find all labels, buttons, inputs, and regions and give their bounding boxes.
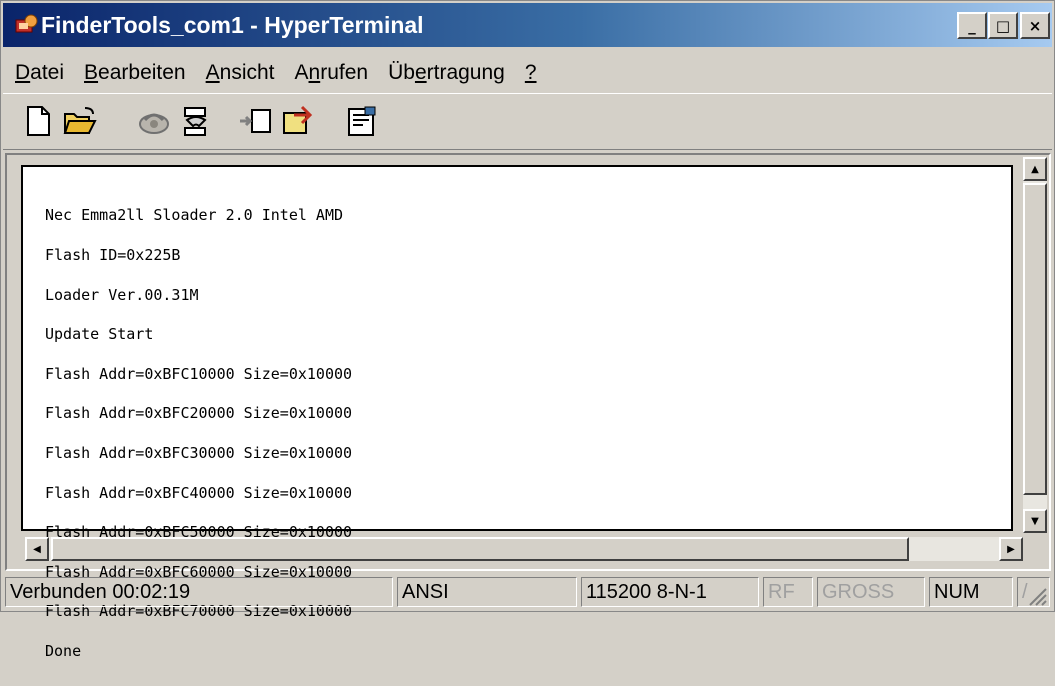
horizontal-scroll-thumb[interactable] xyxy=(51,537,909,561)
receive-icon xyxy=(283,105,313,134)
window-title: FinderTools_com1 - HyperTerminal xyxy=(41,12,424,38)
menu-anrufen[interactable]: Anrufen xyxy=(295,61,369,85)
status-num: NUM xyxy=(929,577,1013,607)
terminal-line: Flash Addr=0xBFC40000 Size=0x10000 xyxy=(45,483,353,502)
vertical-scroll-thumb[interactable] xyxy=(1023,183,1047,495)
minimize-button[interactable]: _ xyxy=(957,12,987,39)
arrow-right-icon: ▶ xyxy=(1007,543,1015,555)
terminal-line: Flash Addr=0xBFC10000 Size=0x10000 xyxy=(45,364,353,383)
status-bar: Verbunden 00:02:19 ANSI 115200 8-N-1 RF … xyxy=(3,575,1052,609)
send-icon xyxy=(240,109,271,133)
menu-help[interactable]: ? xyxy=(525,61,537,85)
scroll-down-button[interactable]: ▼ xyxy=(1023,509,1047,533)
toolbar xyxy=(3,93,1052,150)
scroll-left-button[interactable]: ◀ xyxy=(25,537,49,561)
terminal-screen[interactable]: Nec Emma2ll Sloader 2.0 Intel AMD Flash … xyxy=(21,165,1013,659)
terminal-line: Flash Addr=0xBFC20000 Size=0x10000 xyxy=(45,404,353,423)
properties-icon xyxy=(348,106,376,136)
new-icon xyxy=(27,106,50,136)
arrow-up-icon: ▲ xyxy=(1031,163,1039,175)
horizontal-scrollbar[interactable]: ◀ ▶ xyxy=(25,537,1023,561)
arrow-down-icon: ▼ xyxy=(1031,515,1039,527)
title-bar[interactable]: FinderTools_com1 - HyperTerminal _ □ × xyxy=(3,3,1052,47)
terminal-output: Nec Emma2ll Sloader 2.0 Intel AMD Flash … xyxy=(45,183,352,685)
open-button[interactable] xyxy=(59,100,101,142)
maximize-button[interactable]: □ xyxy=(988,12,1018,39)
maximize-icon: □ xyxy=(995,16,1011,35)
open-icon xyxy=(63,107,97,134)
connect-button[interactable] xyxy=(133,100,175,142)
terminal-frame: Nec Emma2ll Sloader 2.0 Intel AMD Flash … xyxy=(5,153,1051,659)
terminal-line: Update Start xyxy=(45,325,154,344)
scroll-right-button[interactable]: ▶ xyxy=(999,537,1023,561)
status-connection: Verbunden 00:02:19 xyxy=(5,577,393,607)
status-port-settings: 115200 8-N-1 xyxy=(581,577,759,607)
disconnect-button[interactable] xyxy=(175,100,217,142)
terminal-line: Loader Ver.00.31M xyxy=(45,285,199,304)
status-gross: GROSS xyxy=(817,577,925,607)
menu-bearbeiten[interactable]: Bearbeiten xyxy=(84,61,186,85)
status-rf: RF xyxy=(763,577,813,607)
arrow-left-icon: ◀ xyxy=(33,543,41,555)
close-icon: × xyxy=(1028,16,1042,35)
minimize-icon: _ xyxy=(968,16,976,35)
close-button[interactable]: × xyxy=(1020,12,1050,39)
menu-datei[interactable]: Datei xyxy=(15,61,64,85)
connect-icon xyxy=(139,113,169,134)
receive-button[interactable] xyxy=(277,100,319,142)
disconnect-icon xyxy=(184,107,207,136)
hyperterminal-app-icon[interactable] xyxy=(13,12,39,38)
hyperterminal-window: FinderTools_com1 - HyperTerminal _ □ × D… xyxy=(0,0,1055,659)
new-button[interactable] xyxy=(17,100,59,142)
resize-grip-icon[interactable] xyxy=(1026,585,1048,607)
send-button[interactable] xyxy=(235,100,277,142)
status-emulation: ANSI xyxy=(397,577,577,607)
terminal-line: Nec Emma2ll Sloader 2.0 Intel AMD xyxy=(45,206,344,225)
menu-uebertragung[interactable]: Übertragung xyxy=(388,61,505,85)
terminal-line: Flash ID=0x225B xyxy=(45,246,181,264)
menu-bar: Datei Bearbeiten Ansicht Anrufen Übertra… xyxy=(3,53,557,93)
properties-button[interactable] xyxy=(341,100,383,142)
vertical-scrollbar[interactable]: ▲ ▼ xyxy=(1023,157,1047,533)
scroll-up-button[interactable]: ▲ xyxy=(1023,157,1047,181)
terminal-line: Flash Addr=0xBFC30000 Size=0x10000 xyxy=(45,443,353,462)
menu-ansicht[interactable]: Ansicht xyxy=(206,61,275,85)
terminal-line: Done xyxy=(45,641,82,660)
